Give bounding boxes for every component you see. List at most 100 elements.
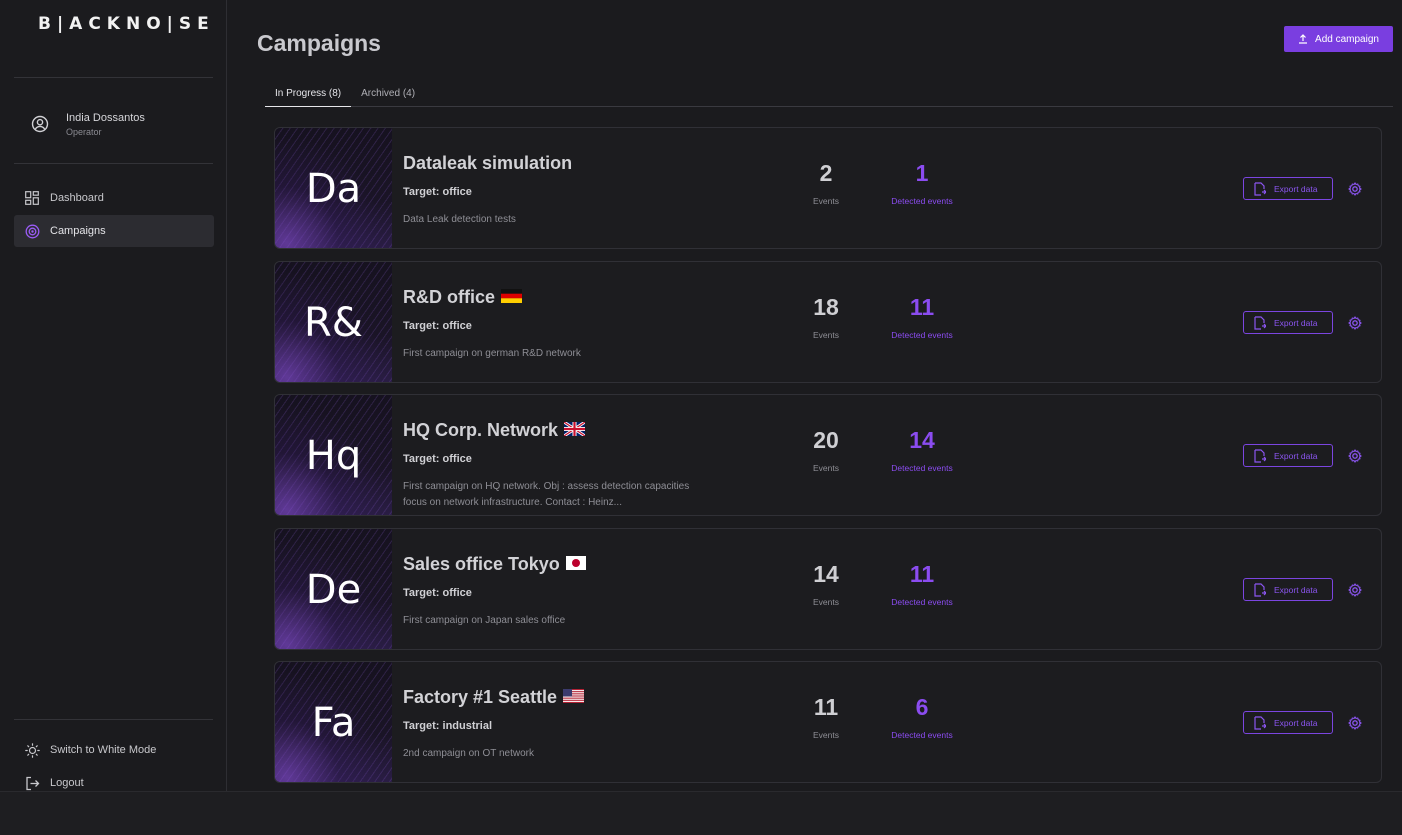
campaign-card[interactable]: R& R&D office Target: office First campa… [274, 261, 1382, 383]
campaign-title[interactable]: Sales office Tokyo [403, 554, 560, 575]
campaign-target: Target: office [403, 587, 472, 599]
detected-events-stat: 11 Detected events [877, 294, 967, 340]
sidebar: B|ACKNO|SE India Dossantos Operator Dash… [0, 0, 227, 791]
user-profile[interactable]: India Dossantos Operator [26, 110, 145, 138]
campaign-description: First campaign on Japan sales office [403, 615, 566, 626]
campaign-card[interactable]: De Sales office Tokyo Target: office Fir… [274, 528, 1382, 650]
campaign-title[interactable]: R&D office [403, 287, 495, 308]
detected-events-count: 6 [915, 694, 929, 720]
user-role: Operator [66, 126, 102, 137]
gear-icon[interactable] [1347, 715, 1363, 731]
campaign-tabs: In Progress (8) Archived (4) [265, 84, 1393, 107]
divider [14, 719, 213, 720]
events-stat: 14 Events [791, 561, 861, 607]
detected-events-count: 11 [909, 561, 935, 587]
detected-events-count: 14 [909, 427, 935, 453]
detected-events-label: Detected events [891, 330, 953, 340]
campaign-title-row: Sales office Tokyo [403, 554, 586, 575]
events-label: Events [813, 463, 839, 473]
flag-de-icon [501, 287, 523, 308]
campaign-initials: R& [304, 300, 363, 346]
events-stat: 20 Events [791, 427, 861, 473]
gear-icon[interactable] [1347, 181, 1363, 197]
dashboard-icon [24, 190, 40, 206]
campaign-initials: Fa [311, 700, 356, 746]
export-data-button[interactable]: Export data [1243, 444, 1333, 467]
bottom-strip [0, 791, 1402, 835]
tab-in-progress[interactable]: In Progress (8) [265, 84, 352, 107]
campaign-card[interactable]: Da Dataleak simulation Target: office Da… [274, 127, 1382, 249]
divider [14, 77, 213, 78]
events-count: 20 [813, 427, 839, 453]
flag-us-icon [563, 687, 585, 708]
campaign-title[interactable]: HQ Corp. Network [403, 420, 558, 441]
export-data-label: Export data [1274, 183, 1318, 194]
detected-events-label: Detected events [891, 463, 953, 473]
gear-icon[interactable] [1347, 448, 1363, 464]
events-count: 2 [819, 160, 833, 186]
events-label: Events [813, 196, 839, 206]
campaign-title-row: Dataleak simulation [403, 153, 572, 174]
events-count: 18 [813, 294, 839, 320]
export-data-button[interactable]: Export data [1243, 711, 1333, 734]
campaign-title[interactable]: Dataleak simulation [403, 153, 572, 174]
tab-archived[interactable]: Archived (4) [351, 84, 425, 107]
campaign-title[interactable]: Factory #1 Seattle [403, 687, 557, 708]
flag-gb-icon [563, 420, 586, 441]
campaign-initials: Da [305, 166, 362, 212]
campaign-thumbnail: R& [275, 262, 392, 382]
campaign-title-row: HQ Corp. Network [403, 420, 586, 441]
detected-events-count: 11 [909, 294, 935, 320]
sidebar-item-campaigns[interactable]: Campaigns [14, 215, 214, 247]
gear-icon[interactable] [1347, 582, 1363, 598]
theme-toggle[interactable]: Switch to White Mode [24, 742, 156, 758]
export-file-icon [1254, 582, 1266, 597]
export-data-button[interactable]: Export data [1243, 177, 1333, 200]
gear-icon[interactable] [1347, 315, 1363, 331]
sidebar-item-label: Campaigns [50, 225, 106, 237]
campaign-title-row: R&D office [403, 287, 523, 308]
detected-events-stat: 14 Detected events [877, 427, 967, 473]
add-campaign-button[interactable]: Add campaign [1284, 26, 1393, 52]
events-stat: 18 Events [791, 294, 861, 340]
campaign-card[interactable]: Fa Factory #1 Seattle Target: industrial… [274, 661, 1382, 783]
campaign-initials: Hq [305, 433, 362, 479]
detected-events-stat: 11 Detected events [877, 561, 967, 607]
page-title: Campaigns [257, 30, 381, 56]
app-frame: B|ACKNO|SE India Dossantos Operator Dash… [0, 0, 1400, 791]
campaigns-icon [24, 223, 40, 239]
campaign-thumbnail: Fa [275, 662, 392, 782]
logout-icon [24, 775, 40, 791]
detected-events-count: 1 [915, 160, 929, 186]
logout-label: Logout [50, 777, 84, 789]
theme-toggle-label: Switch to White Mode [50, 744, 157, 756]
campaign-thumbnail: Da [275, 128, 392, 248]
events-stat: 2 Events [791, 160, 861, 206]
campaign-card[interactable]: Hq HQ Corp. Network Target: office First… [274, 394, 1382, 516]
export-data-label: Export data [1274, 584, 1318, 595]
upload-icon [1298, 34, 1308, 44]
campaign-description: Data Leak detection tests [403, 214, 516, 225]
events-stat: 11 Events [791, 694, 861, 740]
sidebar-item-dashboard[interactable]: Dashboard [14, 182, 214, 214]
export-data-label: Export data [1274, 450, 1318, 461]
user-avatar-icon [26, 110, 54, 138]
export-data-button[interactable]: Export data [1243, 311, 1333, 334]
sidebar-item-label: Dashboard [50, 192, 104, 204]
campaign-description: First campaign on german R&D network [403, 348, 581, 359]
campaign-title-row: Factory #1 Seattle [403, 687, 585, 708]
campaign-target: Target: industrial [403, 720, 493, 732]
user-name: India Dossantos [66, 111, 145, 124]
campaign-description: First campaign on HQ network. Obj : asse… [403, 481, 690, 508]
logo: B|ACKNO|SE [38, 14, 215, 34]
logout-button[interactable]: Logout [24, 775, 84, 791]
export-data-button[interactable]: Export data [1243, 578, 1333, 601]
campaign-target: Target: office [403, 320, 472, 332]
flag-jp-icon [565, 554, 586, 575]
detected-events-label: Detected events [891, 597, 953, 607]
events-count: 11 [813, 694, 839, 720]
detected-events-stat: 1 Detected events [877, 160, 967, 206]
events-count: 14 [813, 561, 839, 587]
campaign-target: Target: office [403, 453, 472, 465]
events-label: Events [813, 730, 839, 740]
